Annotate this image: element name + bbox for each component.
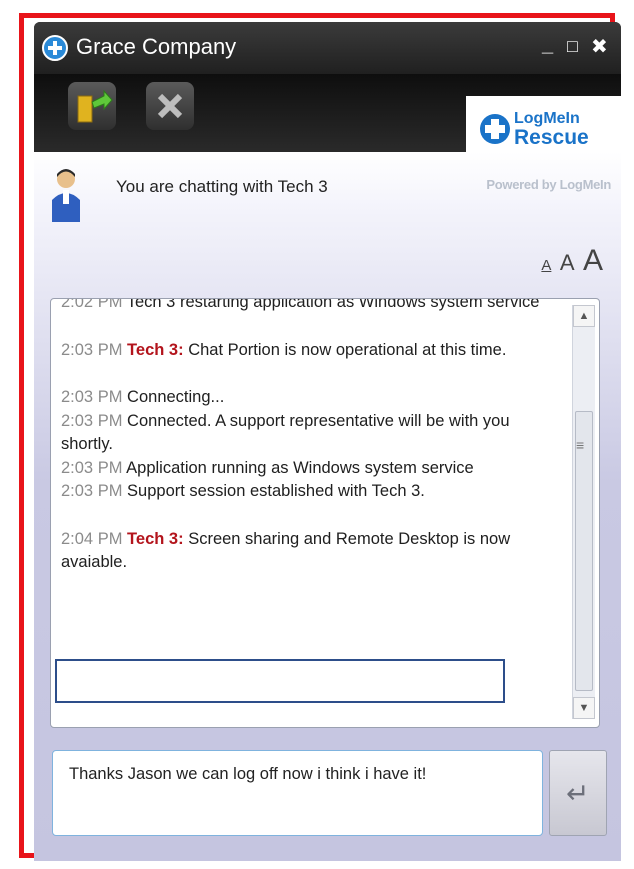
message-time: 2:02 PM [61,298,123,311]
scroll-up-button[interactable]: ▲ [573,305,595,327]
logo-bottom-text: Rescue [514,126,589,149]
close-x-icon [157,93,183,119]
window-title: Grace Company [76,34,237,59]
message-time: 2:03 PM [61,411,123,430]
chat-message: 2:03 PM Application running as Windows s… [61,457,566,481]
message-time: 2:03 PM [61,388,123,406]
close-button[interactable]: ✖ [591,34,608,59]
scroll-thumb[interactable] [575,411,593,691]
message-input[interactable]: Thanks Jason we can log off now i think … [52,750,543,836]
message-author: Tech 3: [127,529,184,548]
font-size-large-button[interactable]: A [583,244,603,278]
scroll-down-button[interactable]: ▼ [573,697,595,719]
chat-messages: 2:02 PM Tech 3 restarting application as… [61,298,566,575]
message-text: Connecting... [127,388,225,406]
message-text: Tech 3 restarting application as Windows… [126,298,540,311]
chatting-with-label: You are chatting with Tech 3 [116,177,328,196]
font-size-small-button[interactable]: A [541,257,551,274]
powered-by-label: Powered by LogMeIn [486,177,611,192]
transfer-button[interactable] [68,82,116,130]
message-text: Chat Portion is now operational at this … [188,340,507,359]
font-size-selector: A A A [537,244,603,278]
chat-message: 2:04 PM Tech 3: Screen sharing and Remot… [61,528,566,575]
message-time: 2:04 PM [61,529,123,548]
technician-avatar-icon [52,169,80,222]
message-text: Connected. A support representative will… [61,411,510,454]
minimize-button[interactable]: _ [542,34,553,57]
chat-message: 2:03 PM Tech 3: Chat Portion is now oper… [61,339,566,363]
scroll-grip-icon: ≡ [576,437,585,453]
enter-arrow-icon: ↵ [566,778,590,809]
chat-log[interactable]: 2:02 PM Tech 3 restarting application as… [50,298,600,728]
logmein-logo-icon [42,35,68,61]
message-text: Support session established with Tech 3. [127,482,425,500]
message-time: 2:03 PM [61,458,123,477]
chat-message: 2:02 PM Tech 3 restarting application as… [61,298,566,315]
folder-arrow-icon [77,89,113,123]
message-text: Application running as Windows system se… [126,458,474,477]
chat-message: 2:03 PM Connected. A support representat… [61,410,566,457]
chat-scrollbar[interactable]: ▲ ≡ ▼ [572,305,595,719]
send-button[interactable]: ↵ [549,750,607,836]
message-author: Tech 3: [127,340,184,359]
message-time: 2:03 PM [61,482,123,500]
maximize-button[interactable]: □ [567,36,578,57]
chat-message: 2:03 PM Connecting... [61,386,566,410]
chat-window: Grace Company _ □ ✖ LogMeIn Rescue You a… [34,22,621,861]
chat-message: 2:03 PM Support session established with… [61,480,566,504]
title-bar[interactable]: Grace Company _ □ ✖ [34,22,621,74]
chat-panel: You are chatting with Tech 3 Powered by … [34,152,621,861]
highlight-box [55,659,505,703]
message-input-value: Thanks Jason we can log off now i think … [69,765,427,783]
rescue-logo-icon [480,114,510,144]
message-time: 2:03 PM [61,340,123,359]
end-session-button[interactable] [146,82,194,130]
font-size-medium-button[interactable]: A [560,250,575,276]
